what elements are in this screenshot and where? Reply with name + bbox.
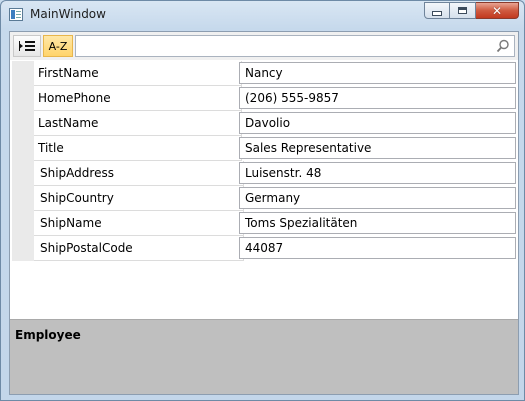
property-row-shipname[interactable]: ShipName Toms Spezialitäten xyxy=(12,211,516,236)
property-row-lastname[interactable]: LastName Davolio xyxy=(12,111,516,136)
property-row-homephone[interactable]: HomePhone (206) 555-9857 xyxy=(12,86,516,111)
property-name: ShipCountry xyxy=(34,186,244,211)
categorized-list-icon xyxy=(19,41,35,51)
property-grid: A-Z FirstName Nancy HomePhone (206) 555-… xyxy=(9,31,519,395)
title-bar[interactable]: MainWindow ✕ xyxy=(1,1,524,29)
close-icon: ✕ xyxy=(491,3,503,18)
search-input[interactable] xyxy=(78,37,488,55)
property-value-editor[interactable]: (206) 555-9857 xyxy=(239,87,516,109)
main-window: MainWindow ✕ A-Z FirstName Nancy HomePho… xyxy=(0,0,525,401)
search-box[interactable] xyxy=(75,35,515,57)
property-value-editor[interactable]: Sales Representative xyxy=(239,137,516,159)
property-value-editor[interactable]: Luisenstr. 48 xyxy=(239,162,516,184)
app-icon xyxy=(9,8,23,21)
description-title: Employee xyxy=(15,328,81,342)
property-value-editor[interactable]: Germany xyxy=(239,187,516,209)
description-panel: Employee xyxy=(10,319,518,394)
magnifier-icon[interactable] xyxy=(496,39,510,53)
property-value-editor[interactable]: Davolio xyxy=(239,112,516,134)
maximize-button[interactable] xyxy=(450,2,476,19)
property-row-shippostalcode[interactable]: ShipPostalCode 44087 xyxy=(12,236,516,261)
property-value-editor[interactable]: Nancy xyxy=(239,62,516,84)
caption-buttons: ✕ xyxy=(424,2,519,20)
categorized-view-button[interactable] xyxy=(13,35,41,57)
property-name: LastName xyxy=(34,111,242,136)
alphabetical-view-button[interactable]: A-Z xyxy=(43,35,73,57)
property-row-shipcountry[interactable]: ShipCountry Germany xyxy=(12,186,516,211)
property-list: FirstName Nancy HomePhone (206) 555-9857… xyxy=(12,61,516,261)
property-row-firstname[interactable]: FirstName Nancy xyxy=(12,61,516,86)
property-name: HomePhone xyxy=(34,86,242,111)
maximize-icon xyxy=(458,7,467,14)
property-name: FirstName xyxy=(34,61,242,86)
property-name: ShipName xyxy=(34,211,244,236)
minimize-icon xyxy=(432,10,442,16)
close-button[interactable]: ✕ xyxy=(476,2,519,19)
property-row-title[interactable]: Title Sales Representative xyxy=(12,136,516,161)
property-value-editor[interactable]: 44087 xyxy=(239,237,516,259)
property-name: ShipPostalCode xyxy=(34,236,244,261)
property-value-editor[interactable]: Toms Spezialitäten xyxy=(239,212,516,234)
property-grid-toolbar: A-Z xyxy=(10,32,518,60)
property-name: ShipAddress xyxy=(34,161,244,186)
minimize-button[interactable] xyxy=(424,2,450,19)
property-row-shipaddress[interactable]: ShipAddress Luisenstr. 48 xyxy=(12,161,516,186)
window-title: MainWindow xyxy=(30,7,106,21)
property-name: Title xyxy=(34,136,242,161)
